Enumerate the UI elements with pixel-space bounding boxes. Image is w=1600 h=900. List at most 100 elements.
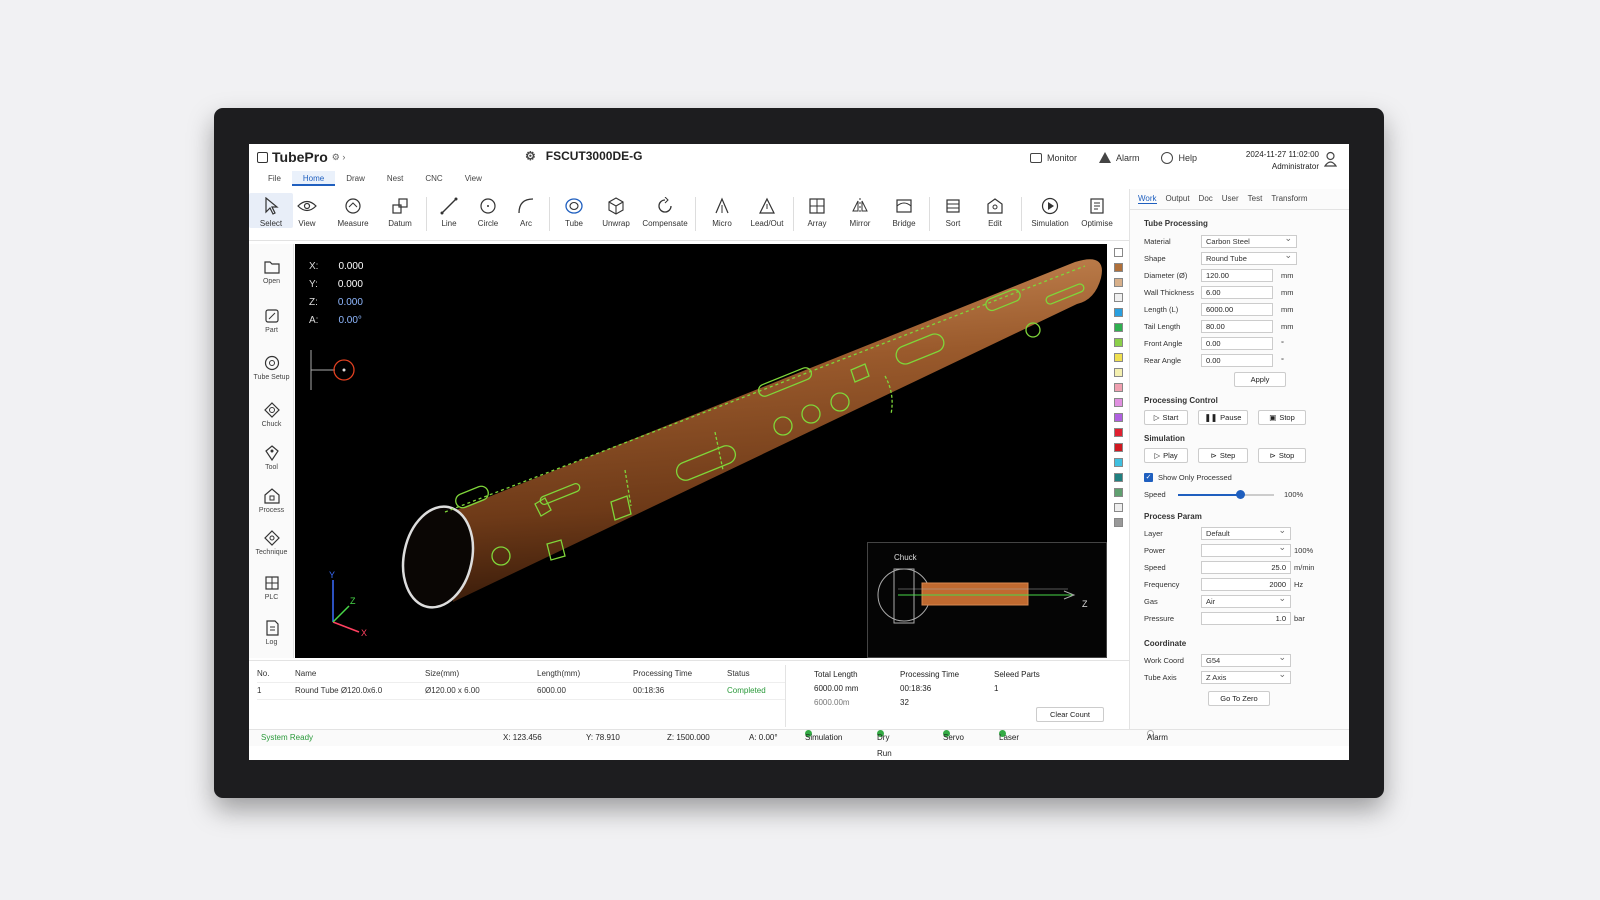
tab-test[interactable]: Test [1248,194,1263,204]
color-swatch[interactable] [1113,428,1123,437]
user-info[interactable]: 2024-11-27 11:02:00 Administrator [1246,149,1337,173]
tool-plc[interactable]: PLC [249,572,294,601]
frequency-input[interactable]: 2000 [1201,578,1291,591]
optimise-button[interactable]: Optimise [1075,193,1119,228]
menu-file[interactable]: File [257,171,292,186]
view-button[interactable]: View [285,193,329,228]
color-swatch[interactable] [1113,323,1123,332]
start-button[interactable]: ▷ Start [1144,410,1188,425]
menu-nest[interactable]: Nest [376,171,414,186]
menu-draw[interactable]: Draw [335,171,376,186]
menu-view[interactable]: View [454,171,493,186]
color-swatch[interactable] [1113,503,1123,512]
tab-output[interactable]: Output [1166,194,1190,204]
color-swatch[interactable] [1113,293,1123,302]
menu-home[interactable]: Home [291,171,336,186]
clear-count-button[interactable]: Clear Count [1036,707,1104,722]
tube-field-input[interactable]: 0.00 [1201,337,1273,350]
bridge-button[interactable]: Bridge [882,193,926,228]
monitor-button[interactable]: Monitor [1029,152,1077,163]
tab-transform[interactable]: Transform [1271,194,1307,204]
pressure-input[interactable]: 1.0 [1201,612,1291,625]
datum-button[interactable]: Datum [378,193,422,228]
go-to-zero-button[interactable]: Go To Zero [1208,691,1270,706]
tube-field-input[interactable]: 120.00 [1201,269,1273,282]
help-button[interactable]: Help [1161,151,1197,164]
line-button[interactable]: Line [427,193,471,228]
tab-work[interactable]: Work [1138,194,1157,204]
edit-button[interactable]: Edit [973,193,1017,228]
tool-tube-setup[interactable]: Tube Setup [249,352,294,381]
color-swatch[interactable] [1113,413,1123,422]
tube-field-input[interactable]: 6000.00 [1201,303,1273,316]
color-swatch[interactable] [1113,473,1123,482]
slider-handle[interactable] [1236,489,1246,499]
indicator-simulation-label: Simulation [805,733,843,742]
datetime: 2024-11-27 11:02:00 [1245,150,1319,159]
color-swatch[interactable] [1113,458,1123,467]
tool-open[interactable]: Open [249,256,294,285]
color-swatch[interactable] [1113,443,1123,452]
alarm-button[interactable]: Alarm [1098,152,1139,163]
color-swatch[interactable] [1113,263,1123,272]
leadout-button[interactable]: Lead/Out [745,193,789,228]
tube-field-input[interactable]: 0.00 [1201,354,1273,367]
pause-button[interactable]: ❚❚ Pause [1198,410,1248,425]
color-swatch[interactable] [1113,278,1123,287]
tool-part[interactable]: Part [249,305,294,334]
color-swatch[interactable] [1113,488,1123,497]
tube-field-input[interactable]: 80.00 [1201,320,1273,333]
stop-button[interactable]: ▣ Stop [1258,410,1306,425]
chuck-minimap[interactable]: Chuck Z [867,542,1107,658]
view-label: View [298,219,316,228]
shape-select[interactable]: Round Tube [1201,250,1297,265]
tool-technique[interactable]: Technique [249,527,294,556]
table-header-row: No. Name Size(mm) Length(mm) Processing … [257,665,785,683]
sort-button[interactable]: Sort [931,193,975,228]
sim-step-button[interactable]: ⊳ Step [1198,448,1248,463]
color-swatch[interactable] [1113,248,1123,257]
sim-play-button[interactable]: ▷ Play [1144,448,1188,463]
power-select[interactable] [1201,542,1291,557]
color-swatch[interactable] [1113,308,1123,317]
mirror-button[interactable]: Mirror [838,193,882,228]
show-processed-checkbox[interactable]: ✓ [1144,473,1153,482]
simulation-button[interactable]: Simulation [1024,193,1076,228]
arc-button[interactable]: Arc [504,193,548,228]
micro-button[interactable]: Micro [700,193,744,228]
settings-icon[interactable]: ⚙ › [332,152,346,163]
measure-button[interactable]: Measure [331,193,375,228]
speed-input[interactable]: 25.0 [1201,561,1291,574]
color-swatch[interactable] [1113,353,1123,362]
tube-axis-select[interactable]: Z Axis [1201,669,1291,684]
step-icon: ⊳ [1210,451,1217,460]
compensate-button[interactable]: Compensate [639,193,691,228]
color-swatch[interactable] [1113,383,1123,392]
tool-chuck[interactable]: Chuck [249,399,294,428]
color-swatch[interactable] [1113,518,1123,527]
layer-select[interactable]: Default [1201,525,1291,540]
table-row[interactable]: 1 Round Tube Ø120.0x6.0 Ø120.00 x 6.00 6… [257,682,785,700]
work-coord-select[interactable]: G54 [1201,652,1291,667]
menu-cnc[interactable]: CNC [414,171,453,186]
array-button[interactable]: Array [795,193,839,228]
sim-stop-button[interactable]: ⊳ Stop [1258,448,1306,463]
tool-log[interactable]: Log [249,617,294,646]
tab-doc[interactable]: Doc [1199,194,1213,204]
cursor-icon [265,197,279,215]
apply-button[interactable]: Apply [1234,372,1286,387]
color-swatch[interactable] [1113,338,1123,347]
gas-select[interactable]: Air [1201,593,1291,608]
unwrap-button[interactable]: Unwrap [594,193,638,228]
color-swatch[interactable] [1113,368,1123,377]
tube-button[interactable]: Tube [552,193,596,228]
tool-tool[interactable]: Tool [249,442,294,471]
material-select[interactable]: Carbon Steel [1201,233,1297,248]
sim-speed-slider[interactable] [1178,489,1274,500]
tab-user[interactable]: User [1222,194,1239,204]
3d-viewport[interactable]: Y X Z X: 0.000 Y: 0.000 Z: 0.000 A: 0.00° Ch… [295,244,1107,658]
tool-process[interactable]: Process [249,485,294,514]
tube-field-input[interactable]: 6.00 [1201,286,1273,299]
coord-z-value: 0.000 [337,297,363,308]
color-swatch[interactable] [1113,398,1123,407]
